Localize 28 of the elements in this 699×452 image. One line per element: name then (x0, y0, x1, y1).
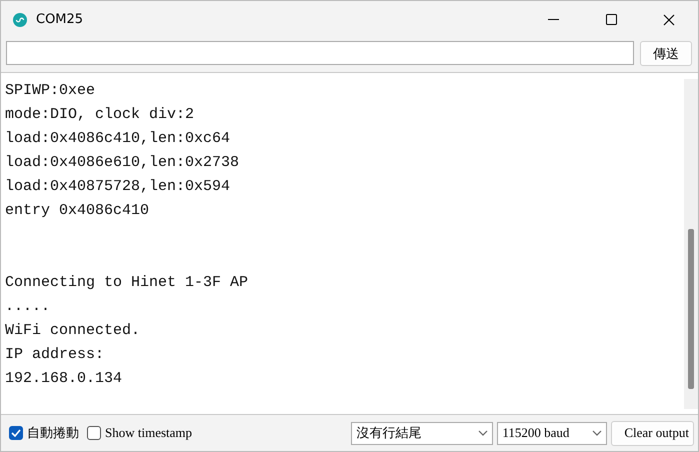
checkbox-label: Show timestamp (105, 425, 192, 441)
scrollbar[interactable] (684, 79, 698, 409)
output-line: load:0x40875728,len:0x594 (4, 177, 232, 197)
close-icon (663, 14, 675, 26)
caret-icon (478, 430, 488, 436)
input-field[interactable] (6, 41, 634, 65)
output-line: load:0x4086e610,len:0x2738 (4, 153, 240, 173)
output-line: entry 0x4086c410 (4, 201, 150, 221)
output-line: Connecting to Hinet 1-3F AP (4, 273, 250, 293)
output-line: 192.168.0.134 (4, 369, 124, 389)
output-line: WiFi connected. (4, 321, 142, 341)
caret-icon (592, 430, 602, 436)
output-line: SPIWP:0xee (4, 81, 96, 101)
baud-dropdown[interactable]: 115200 baud (497, 422, 608, 444)
line-ending-dropdown[interactable]: 沒有行結尾 (351, 422, 494, 444)
send-button[interactable]: 傳送 (640, 41, 692, 66)
app-logo-icon (13, 12, 27, 26)
output-line: ..... (4, 297, 52, 317)
output-line: load:0x4086c410,len:0xc64 (4, 129, 232, 149)
checkbox-label: 自動捲動 (27, 425, 79, 442)
checkbox[interactable] (87, 426, 101, 440)
output-line: mode:DIO, clock div:2 (4, 105, 196, 125)
minimize-icon (548, 18, 558, 20)
clear-output-button[interactable]: Clear output (611, 420, 694, 446)
checkbox[interactable] (9, 426, 23, 440)
window-title: COM25 (36, 12, 84, 27)
maximize-icon (606, 14, 616, 25)
output-line: IP address: (4, 345, 106, 365)
